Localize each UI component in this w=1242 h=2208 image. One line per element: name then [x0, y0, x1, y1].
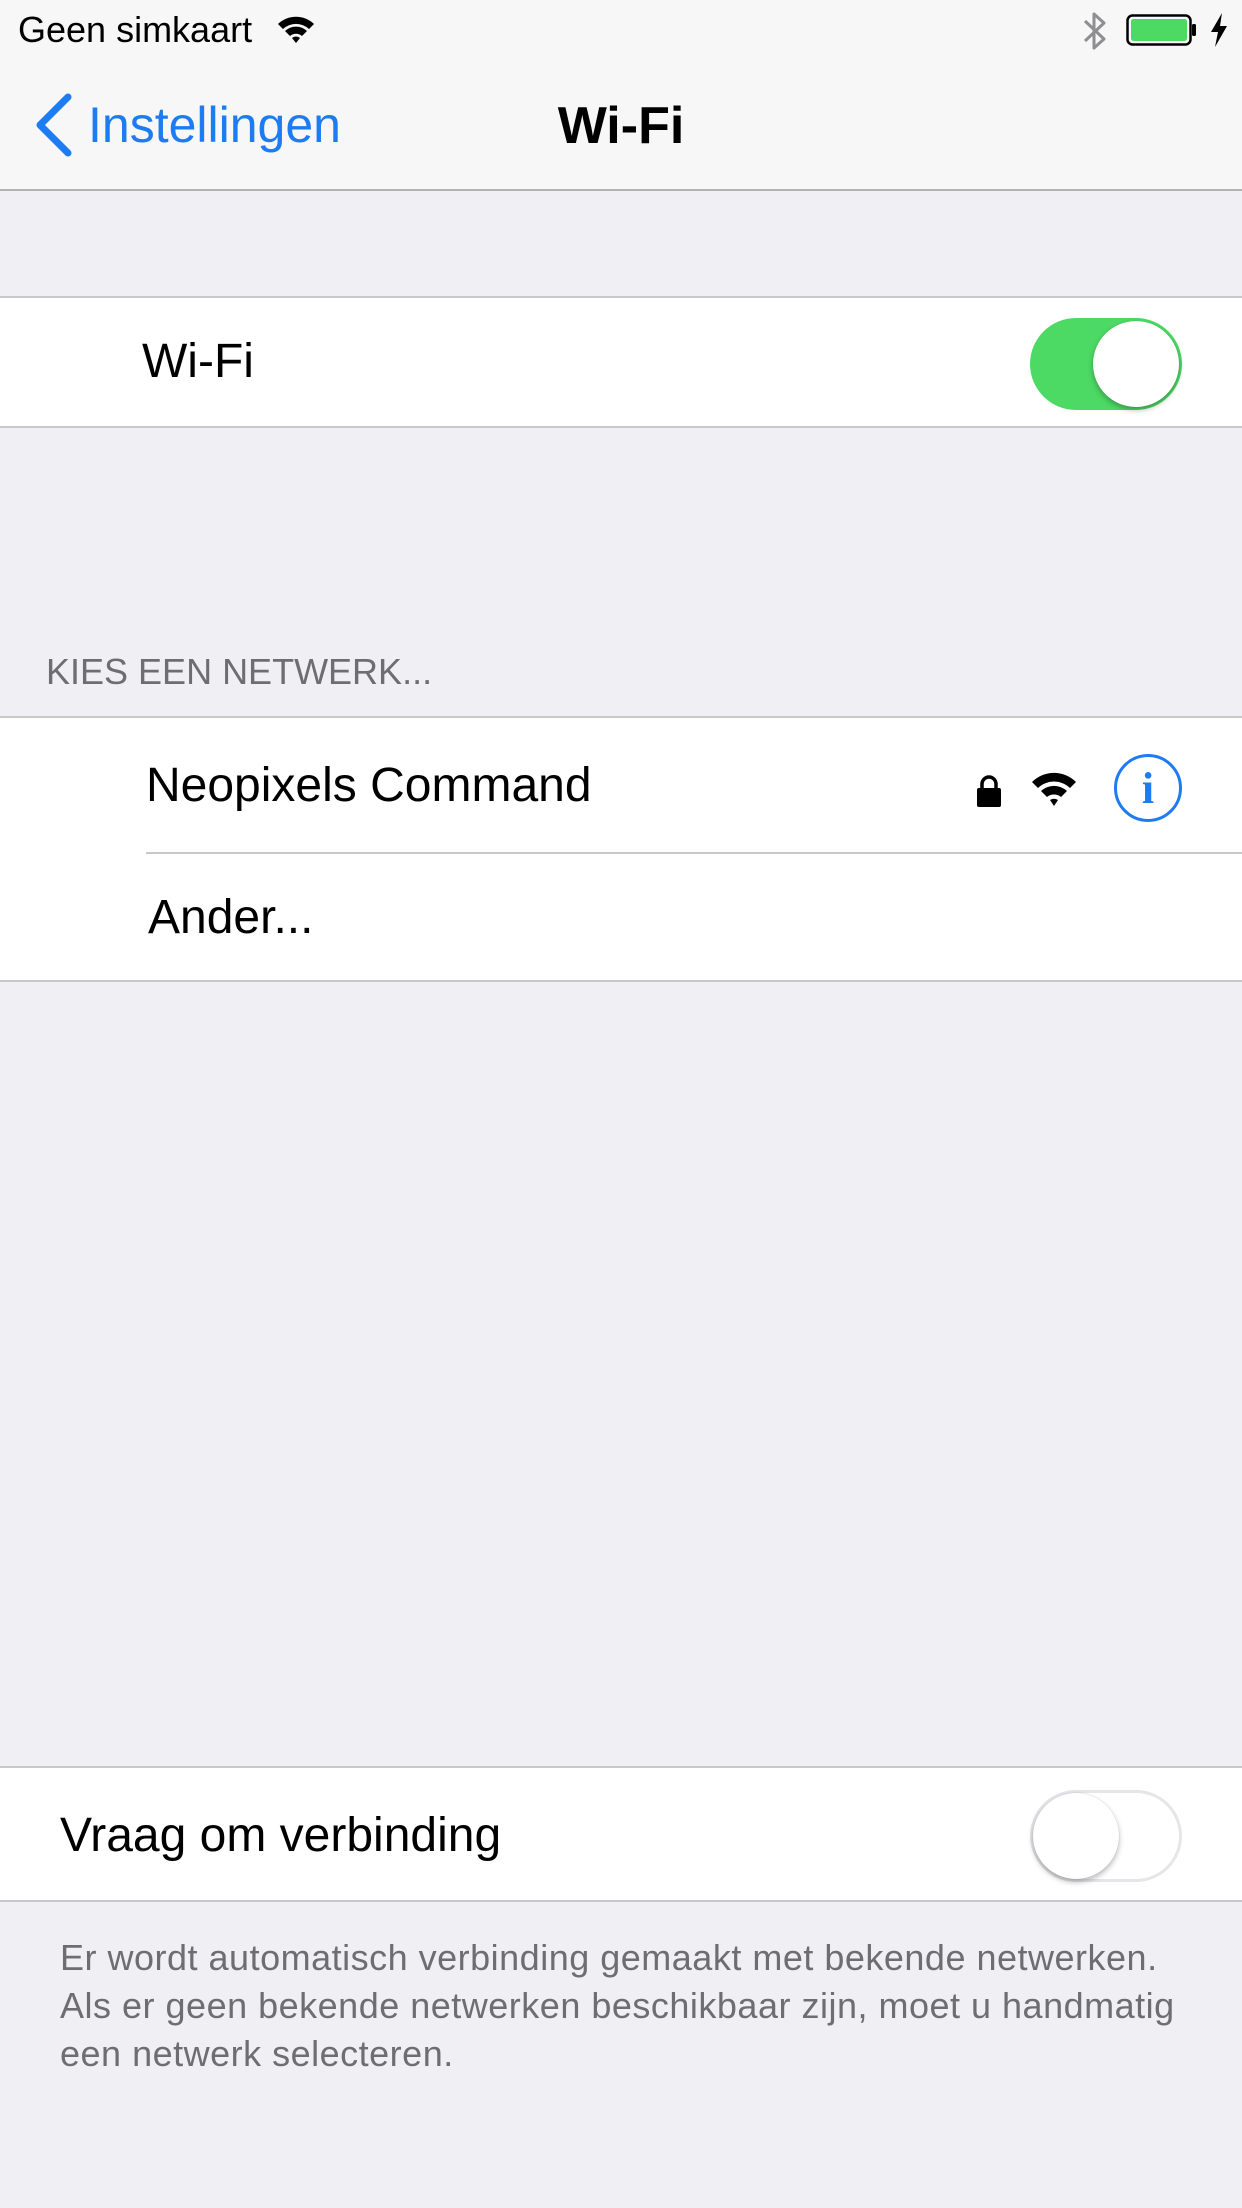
wifi-row-label: Wi-Fi — [142, 335, 254, 388]
ask-to-join-label: Vraag om verbinding — [60, 1809, 502, 1862]
wifi-toggle[interactable] — [1030, 318, 1182, 410]
lock-icon — [977, 775, 1001, 807]
navigation-bar: Instellingen Wi-Fi — [0, 60, 1242, 191]
info-button[interactable]: i — [1114, 754, 1182, 822]
other-network-row[interactable]: Ander... — [0, 854, 1242, 980]
wifi-signal-icon — [1032, 772, 1076, 806]
charging-bolt-icon — [1211, 13, 1227, 47]
ask-to-join-toggle-knob — [1033, 1793, 1119, 1879]
battery-icon — [1126, 14, 1196, 46]
ask-to-join-toggle[interactable] — [1030, 1790, 1182, 1882]
wifi-toggle-group: Wi-Fi — [0, 296, 1242, 428]
wifi-toggle-knob — [1093, 321, 1179, 407]
ask-to-join-group: Vraag om verbinding — [0, 1766, 1242, 1902]
bluetooth-icon — [1083, 12, 1106, 50]
status-bar: Geen simkaart — [0, 0, 1242, 60]
carrier-label: Geen simkaart — [18, 9, 253, 50]
other-network-label: Ander... — [148, 891, 314, 944]
network-row[interactable]: Neopixels Command — [0, 718, 1242, 852]
wifi-icon — [278, 16, 314, 43]
footer-description: Er wordt automatisch verbinding gemaakt … — [60, 1937, 1175, 2074]
network-section-header: KIES EEN NETWERK... — [46, 651, 433, 692]
page-title: Wi-Fi — [557, 97, 685, 155]
info-icon: i — [1141, 763, 1155, 813]
network-name: Neopixels Command — [146, 759, 592, 812]
